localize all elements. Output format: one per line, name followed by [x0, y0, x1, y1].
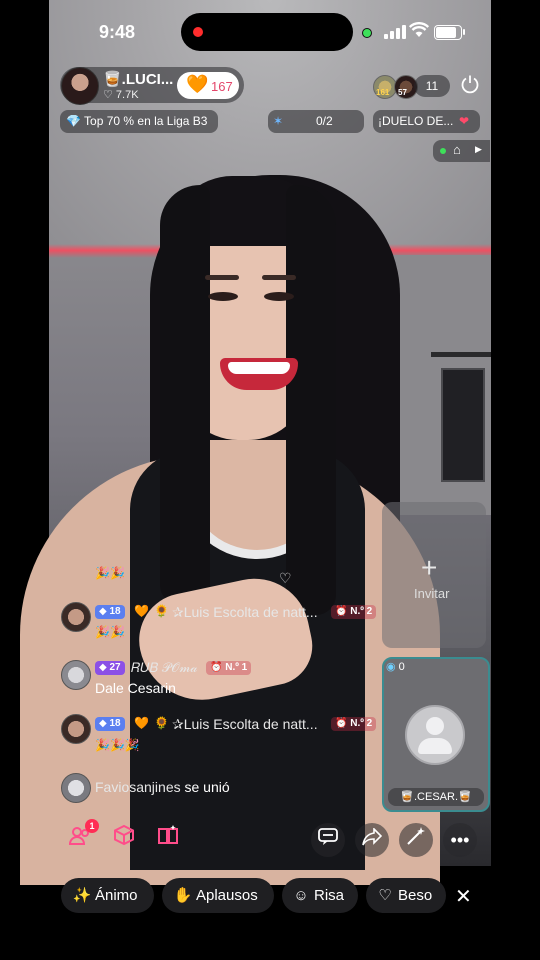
rank-badge: ⏰ N.º 1 [206, 661, 252, 675]
more-icon[interactable]: ••• [443, 823, 477, 857]
magic-wand-icon[interactable] [399, 823, 433, 857]
level-badge: ◆ 18 [95, 605, 125, 619]
recording-dot-icon [193, 27, 203, 37]
chat-username[interactable]: ✰Luis Escolta de natt... [172, 716, 318, 733]
arrow-right-icon: ▶ [475, 144, 482, 154]
laugh-icon: ☺ [293, 887, 309, 904]
party-icon: ✨ [72, 887, 92, 904]
clap-icon: ✋ [173, 887, 193, 904]
viewer-count[interactable]: 11 [414, 75, 450, 97]
league-badge[interactable]: 💎 Top 70 % en la Liga B3 [60, 110, 218, 133]
power-icon[interactable] [460, 74, 480, 94]
left-brow [205, 275, 239, 280]
box-icon[interactable] [107, 823, 141, 857]
close-icon[interactable]: ✕ [455, 884, 472, 909]
reaction-beso[interactable]: ♡ Beso [366, 878, 446, 913]
right-brow [262, 275, 296, 280]
chat-message: Dale Cesarin [95, 680, 176, 696]
doorway [441, 368, 485, 482]
mini-toolbar[interactable]: ⌂ ▶ [433, 140, 490, 162]
guest-score: ◉ 0 [386, 661, 405, 673]
sparkle-icon: ✶ [273, 114, 284, 128]
hair-left [160, 185, 210, 605]
follow-count: 167 [211, 79, 233, 94]
chat-username[interactable]: ✰Luis Escolta de natt... [172, 604, 318, 621]
reaction-animo[interactable]: ✨ Ánimo [61, 878, 154, 913]
level-badge: ◆ 27 [95, 661, 125, 675]
reaction-risa[interactable]: ☺ Risa [282, 878, 358, 913]
top-viewer-score: 161 [376, 88, 390, 97]
host-avatar[interactable] [61, 67, 99, 105]
cellular-signal-icon [384, 25, 406, 39]
level-badge: ◆ 18 [95, 717, 125, 731]
battery-icon [434, 25, 465, 40]
camera-in-use-icon [362, 28, 372, 38]
clock: 9:48 [99, 22, 136, 42]
invite-label: Invitar [414, 586, 450, 601]
chat-emojis: 🎉🎉🎉 [95, 738, 140, 752]
rank-badge: ⏰ N.º 2 [331, 717, 377, 731]
hair-right [286, 185, 336, 615]
chat-avatar[interactable] [61, 773, 91, 803]
wifi-icon [408, 22, 430, 43]
reaction-aplausos[interactable]: ✋ Aplausos [162, 878, 274, 913]
rank-badge: ⏰ N.º 2 [331, 605, 377, 619]
plus-icon: + [421, 552, 438, 583]
chat-avatar[interactable] [61, 602, 91, 632]
guest-avatar [405, 705, 465, 765]
chat-username[interactable]: 𝑅𝑈𝐵 𝒫𝒪𝓂𝒶 [131, 660, 198, 676]
message-icon[interactable] [311, 823, 345, 857]
teeth [228, 362, 290, 374]
chat-avatar[interactable] [61, 660, 91, 690]
heart-icon: 🧡 [134, 716, 149, 730]
join-message: Faviosanjines se unió [95, 779, 230, 795]
goal-progress: 0/2 [316, 114, 333, 128]
dynamic-island [181, 13, 353, 51]
heart-icon: 🧡 [186, 74, 209, 94]
duel-label: ¡DUELO DE... [378, 114, 454, 128]
chat-emojis: 🎉🎉 [95, 566, 125, 580]
gem-icon: ◉ [386, 661, 396, 673]
goal-badge[interactable]: ✶ 0/2 [268, 110, 364, 133]
heart-outline-icon: ♡ [378, 887, 392, 904]
host-likes: ♡ 7.7K [103, 89, 139, 101]
chat-emojis: 🎉🎉 [95, 625, 125, 639]
book-icon[interactable] [151, 823, 185, 857]
curtain-rod [431, 352, 491, 357]
live-dot-icon [440, 148, 446, 154]
notification-badge: 1 [85, 819, 99, 833]
guest-name: 🥃.CESAR.🥃 [388, 788, 484, 806]
top-viewer-score: 57 [398, 88, 407, 97]
sunflower-icon: 🌻 [154, 604, 169, 618]
sunflower-icon: 🌻 [154, 716, 169, 730]
heart-icon: 🧡 [134, 604, 149, 618]
duel-badge[interactable]: ¡DUELO DE... ❤ [373, 110, 480, 133]
left-eye [208, 292, 238, 301]
home-icon: ⌂ [453, 142, 461, 157]
gift-icon: ❤ [459, 114, 470, 128]
share-icon[interactable] [355, 823, 389, 857]
right-eye [264, 292, 294, 301]
chat-avatar[interactable] [61, 714, 91, 744]
host-name: 🥃.LUCI... [103, 71, 174, 88]
